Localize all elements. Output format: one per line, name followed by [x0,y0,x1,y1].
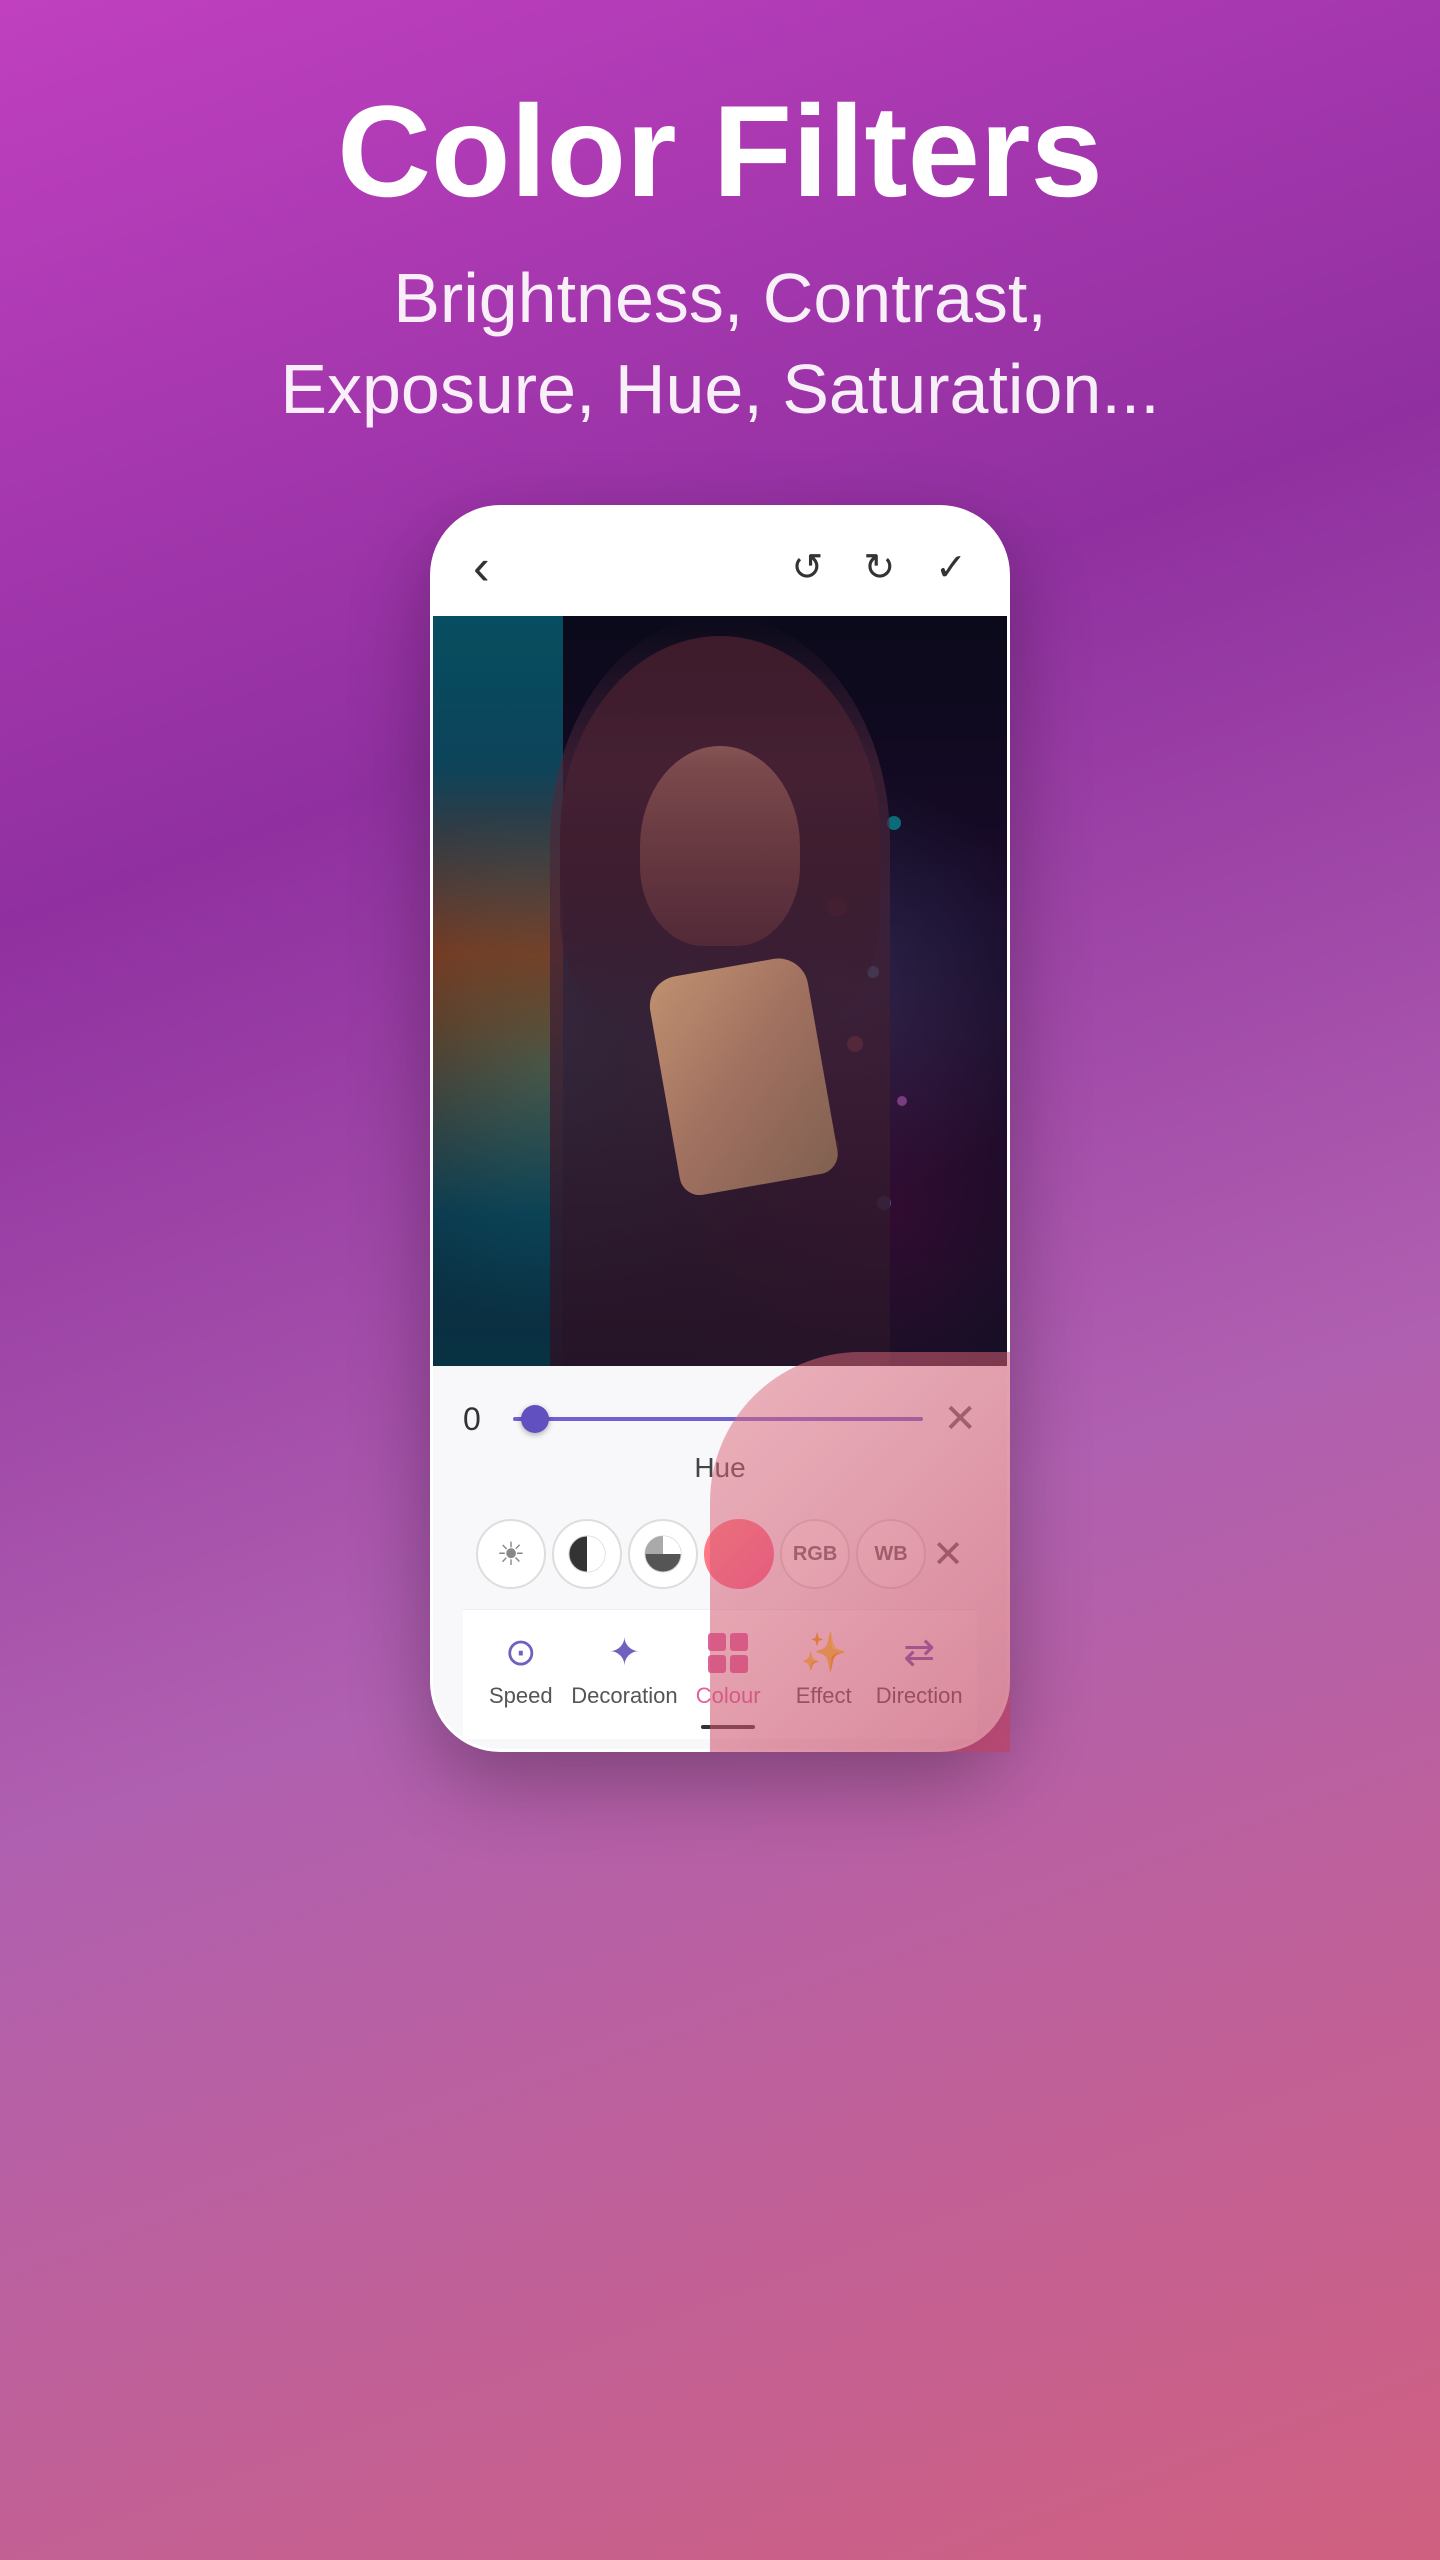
brightness-icon: ☀ [497,1535,526,1573]
back-button[interactable]: ‹ [473,538,490,596]
undo-button[interactable]: ↺ [791,545,823,590]
page-subtitle: Brightness, Contrast,Exposure, Hue, Satu… [60,253,1380,435]
photo-area [433,616,1007,1366]
slider-value: 0 [463,1401,493,1438]
exposure-filter-button[interactable] [628,1519,698,1589]
redo-button[interactable]: ↻ [863,545,895,590]
speed-icon: ⊙ [505,1630,537,1675]
confirm-button[interactable]: ✓ [935,545,967,590]
decoration-label: Decoration [571,1683,677,1709]
contrast-filter-button[interactable] [552,1519,622,1589]
phone-topbar: ‹ ↺ ↻ ✓ [433,508,1007,616]
tab-decoration[interactable]: ✦ Decoration [571,1630,677,1709]
brightness-filter-button[interactable]: ☀ [476,1519,546,1589]
page-title: Color Filters [60,80,1380,223]
contrast-icon [565,1532,609,1576]
phone-wrapper: ‹ ↺ ↻ ✓ [430,505,1010,1752]
header-section: Color Filters Brightness, Contrast,Expos… [0,0,1440,475]
tab-speed[interactable]: ⊙ Speed [476,1630,566,1709]
exposure-icon [641,1532,685,1576]
topbar-left: ‹ [473,538,490,596]
speed-label: Speed [489,1683,553,1709]
topbar-right-icons: ↺ ↻ ✓ [791,545,967,590]
slider-thumb[interactable] [521,1405,549,1433]
decoration-icon: ✦ [609,1630,641,1675]
